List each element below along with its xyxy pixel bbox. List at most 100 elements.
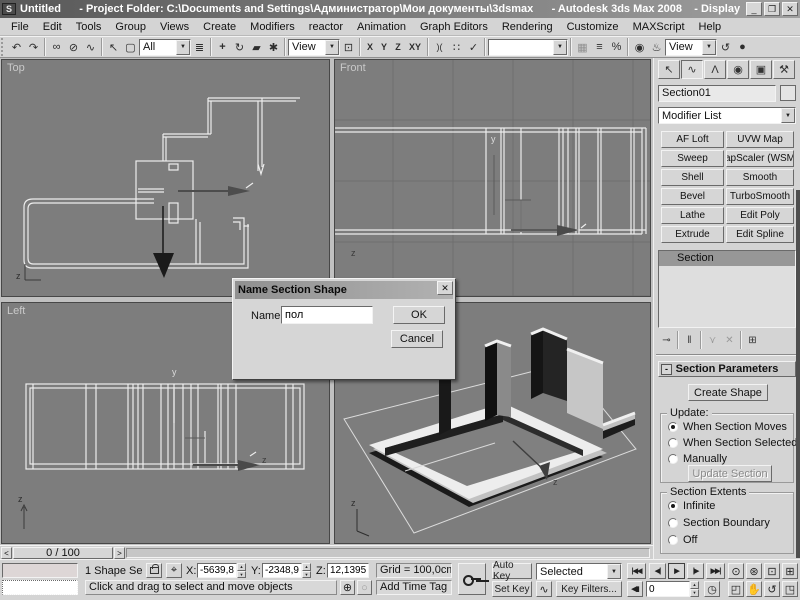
menu-edit[interactable]: Edit <box>36 19 69 35</box>
section-parameters-rollout[interactable]: - Section Parameters <box>658 361 796 377</box>
modifier-button-turbosmooth[interactable]: TurboSmooth <box>726 188 794 205</box>
object-name-field[interactable]: Section01 <box>658 85 776 102</box>
key-filters-button[interactable]: Key Filters... <box>556 581 622 597</box>
modifier-button-uvw-map[interactable]: UVW Map <box>726 131 794 148</box>
go-to-end-icon[interactable]: ▶▶| <box>706 563 725 579</box>
redo-icon[interactable]: ↷ <box>25 38 42 56</box>
radio-icon[interactable] <box>668 438 678 448</box>
tab-display[interactable]: ▣ <box>750 60 772 79</box>
menu-graph-editors[interactable]: Graph Editors <box>413 19 495 35</box>
snaps-toggle-icon[interactable]: ∷ <box>448 38 465 56</box>
menu-animation[interactable]: Animation <box>350 19 413 35</box>
absolute-offset-toggle-icon[interactable]: ⌖ <box>166 563 182 578</box>
modifier-button-mapscaler[interactable]: apScaler (WSM <box>726 150 794 167</box>
mirror-icon[interactable]: )( <box>431 38 448 56</box>
radio-when-section-moves[interactable]: When Section Moves <box>668 421 787 433</box>
select-and-manipulate-icon[interactable]: ✱ <box>265 38 282 56</box>
viewport-left-label[interactable]: Left <box>7 305 25 317</box>
remove-modifier-icon[interactable]: ✕ <box>721 332 738 348</box>
radio-infinite[interactable]: Infinite <box>668 500 715 512</box>
modifier-button-sweep[interactable]: Sweep <box>661 150 724 167</box>
chevron-down-icon[interactable]: ▼ <box>702 40 716 55</box>
keyboard-shortcut-override-icon[interactable] <box>458 563 486 595</box>
set-key-filter-curve-icon[interactable]: ∿ <box>536 581 552 597</box>
stack-item-section[interactable]: Section <box>659 251 795 266</box>
time-slider-prev-button[interactable]: < <box>1 547 12 559</box>
modifier-list-combo[interactable]: Modifier List ▼ <box>658 107 796 124</box>
bind-to-spacewarp-icon[interactable]: ∿ <box>82 38 99 56</box>
radio-icon[interactable] <box>668 518 678 528</box>
arc-rotate-icon[interactable]: ↺ <box>764 581 780 597</box>
unlink-selection-icon[interactable]: ⊘ <box>65 38 82 56</box>
create-shape-button[interactable]: Create Shape <box>688 384 768 401</box>
radio-icon[interactable] <box>668 501 678 511</box>
cancel-button[interactable]: Cancel <box>391 330 443 348</box>
select-and-link-icon[interactable]: ∞ <box>48 38 65 56</box>
menu-tools[interactable]: Tools <box>69 19 109 35</box>
next-frame-icon[interactable]: |▶ <box>687 563 704 579</box>
schematic-view-icon[interactable]: % <box>608 38 625 56</box>
modifier-button-smooth[interactable]: Smooth <box>726 169 794 186</box>
ok-button[interactable]: OK <box>393 306 445 324</box>
radio-icon[interactable] <box>668 535 678 545</box>
named-selection-sets-combo[interactable]: ▼ <box>488 39 568 56</box>
dialog-close-icon[interactable]: ✕ <box>437 281 453 295</box>
selection-region-icon[interactable]: ▢ <box>122 38 139 56</box>
modifier-button-extrude[interactable]: Extrude <box>661 226 724 243</box>
region-zoom-icon[interactable]: ◰ <box>728 581 744 597</box>
reference-coordinate-combo[interactable]: View ▼ <box>288 39 340 56</box>
go-to-start-icon[interactable]: |◀◀ <box>627 563 646 579</box>
z-coordinate-field[interactable] <box>327 563 369 578</box>
configure-modifier-sets-icon[interactable]: ⊞ <box>744 332 761 348</box>
play-icon[interactable]: ▶ <box>668 563 685 579</box>
viewport-top[interactable]: z Top <box>1 59 330 297</box>
select-by-name-icon[interactable]: ≣ <box>191 38 208 56</box>
minimize-button[interactable]: _ <box>746 2 762 16</box>
chevron-down-icon[interactable]: ▼ <box>553 40 567 55</box>
dialog-title-bar[interactable]: Name Section Shape <box>235 281 453 299</box>
y-spinner[interactable]: ▲▼ <box>302 563 311 578</box>
restrict-xy-button[interactable]: XY <box>405 38 425 56</box>
chevron-down-icon[interactable]: ▼ <box>176 40 190 55</box>
modifier-button-shell[interactable]: Shell <box>661 169 724 186</box>
modifier-button-edit-poly[interactable]: Edit Poly <box>726 207 794 224</box>
viewport-top-label[interactable]: Top <box>7 62 25 74</box>
maxscript-mini-listener-bottom[interactable] <box>2 580 78 595</box>
time-configuration-icon[interactable]: ◷ <box>704 581 720 597</box>
pan-hand-icon[interactable]: ✋ <box>746 581 762 597</box>
update-section-button[interactable]: Update Section <box>688 465 772 482</box>
close-button[interactable]: ✕ <box>782 2 798 16</box>
use-pivot-center-icon[interactable]: ⊡ <box>340 38 357 56</box>
chevron-down-icon[interactable]: ▼ <box>325 40 339 55</box>
key-mode-toggle-icon[interactable]: ◀▮ <box>627 581 643 597</box>
x-spinner[interactable]: ▲▼ <box>237 563 246 578</box>
modifier-stack-list[interactable]: Section <box>658 250 796 328</box>
x-coordinate-field[interactable] <box>197 563 237 578</box>
modifier-button-bevel[interactable]: Bevel <box>661 188 724 205</box>
menu-reactor[interactable]: reactor <box>302 19 350 35</box>
time-slider-handle[interactable]: 0 / 100 <box>13 547 113 559</box>
menu-file[interactable]: File <box>4 19 36 35</box>
zoom-extents-all-icon[interactable]: ⊞ <box>782 563 798 579</box>
chevron-down-icon[interactable]: ▼ <box>781 108 795 123</box>
y-coordinate-field[interactable] <box>262 563 302 578</box>
chevron-down-icon[interactable]: ▼ <box>607 564 621 579</box>
viewport-front[interactable]: y z Front <box>334 59 651 297</box>
menu-create[interactable]: Create <box>196 19 243 35</box>
object-color-swatch[interactable] <box>780 85 796 101</box>
curve-editor-icon[interactable]: ▦ <box>574 38 591 56</box>
min-max-toggle-icon[interactable]: ◳ <box>782 581 798 597</box>
tab-create[interactable]: ↖ <box>658 60 680 79</box>
modifier-button-lathe[interactable]: Lathe <box>661 207 724 224</box>
tab-hierarchy[interactable]: Λ <box>704 60 726 79</box>
panel-scrollbar[interactable] <box>796 190 800 558</box>
menu-modifiers[interactable]: Modifiers <box>243 19 302 35</box>
restrict-z-button[interactable]: Z <box>391 38 405 56</box>
zoom-icon[interactable]: ⊙ <box>728 563 744 579</box>
zoom-all-icon[interactable]: ⊛ <box>746 563 762 579</box>
selection-lock-dim-icon[interactable]: ○ <box>357 580 372 595</box>
radio-manually[interactable]: Manually <box>668 453 727 465</box>
time-slider-track[interactable] <box>126 548 650 558</box>
select-object-icon[interactable]: ↖ <box>105 38 122 56</box>
tab-modify[interactable]: ∿ <box>681 60 703 79</box>
